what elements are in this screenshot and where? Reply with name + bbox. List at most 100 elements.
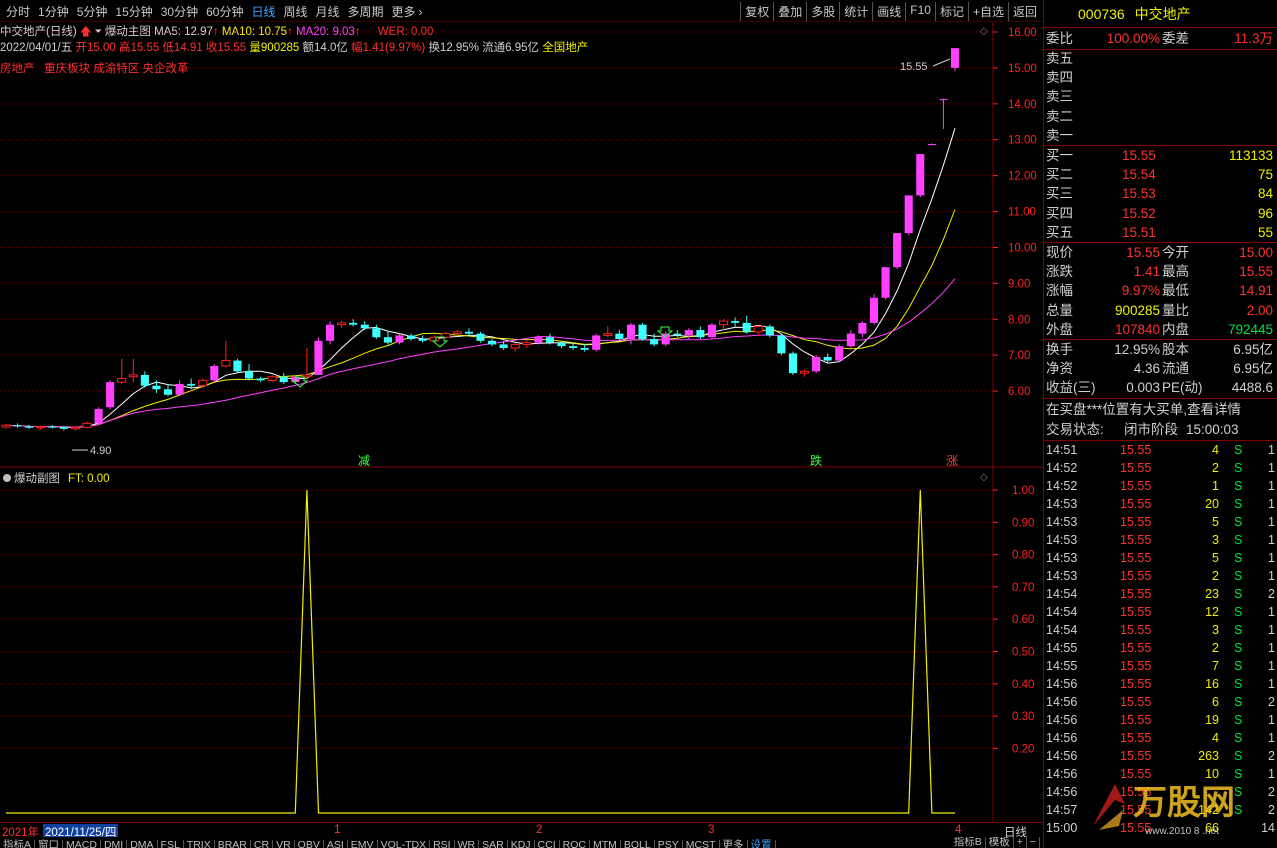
indicator-tab[interactable]: KDJ <box>508 840 535 848</box>
candle[interactable] <box>36 425 46 430</box>
tab-daily[interactable]: 日线 <box>247 3 279 20</box>
kline-chart[interactable]: 6.00 7.00 8.00 9.00 10.00 11.00 12.00 13.00 14.0… <box>0 22 1043 822</box>
candle[interactable] <box>163 383 173 397</box>
tab-5min[interactable]: 5分钟 <box>73 3 112 20</box>
indicator-tab[interactable]: TRIX <box>184 840 215 848</box>
candle[interactable] <box>869 294 879 325</box>
indicator-tab[interactable]: SAR <box>479 840 508 848</box>
candle[interactable] <box>615 330 624 341</box>
fuquan-button[interactable]: 复权 <box>740 2 773 21</box>
dropdown-circle-icon[interactable] <box>3 474 11 482</box>
bottom-right-button[interactable]: + <box>1014 837 1027 848</box>
notice-row[interactable]: 在买盘***位置有大买单,查看详情 <box>1044 400 1277 419</box>
indicator-tab[interactable]: 指标A <box>0 840 36 848</box>
candle[interactable] <box>696 326 705 340</box>
sub-indicator-name[interactable]: 爆动副图 <box>14 471 60 485</box>
candle[interactable] <box>70 426 80 431</box>
candle[interactable] <box>603 326 613 338</box>
tab-monthly[interactable]: 月线 <box>312 3 344 20</box>
candle[interactable] <box>106 380 115 410</box>
candle[interactable] <box>94 407 103 425</box>
indicator-tab[interactable]: ROC <box>560 840 590 848</box>
indicator-tab[interactable]: ASI <box>324 840 348 848</box>
candle[interactable] <box>927 143 936 146</box>
indicator-tab[interactable]: FSL <box>158 840 184 848</box>
candle[interactable] <box>325 321 335 345</box>
bottom-right-button[interactable]: 指标B <box>951 837 986 848</box>
candle[interactable] <box>372 324 381 340</box>
bottom-right-button[interactable]: − <box>1027 837 1040 848</box>
candle[interactable] <box>522 340 532 348</box>
candle[interactable] <box>279 373 288 384</box>
candle[interactable] <box>464 328 473 336</box>
candle[interactable] <box>221 340 231 368</box>
indicator-tab[interactable]: CR <box>251 840 274 848</box>
candle[interactable] <box>314 337 323 375</box>
candle[interactable] <box>881 267 890 300</box>
candle[interactable] <box>626 322 636 345</box>
indicator-tab[interactable]: BRAR <box>215 840 251 848</box>
candle[interactable] <box>765 324 774 338</box>
candle[interactable] <box>510 342 520 352</box>
candle[interactable] <box>13 423 22 428</box>
candle[interactable] <box>267 374 277 383</box>
indicator-tab[interactable]: VR <box>273 840 295 848</box>
candle[interactable] <box>233 358 242 374</box>
tab-more[interactable]: 更多 › <box>388 3 427 20</box>
indicator-tab[interactable]: DMA <box>127 840 158 848</box>
indicator-tab[interactable]: 窗口 <box>35 840 64 848</box>
indicator-tab[interactable]: DMI <box>101 840 128 848</box>
candle[interactable] <box>858 321 867 338</box>
candle[interactable] <box>812 355 821 374</box>
candle[interactable] <box>337 321 347 329</box>
tab-multi-period[interactable]: 多周期 <box>344 3 388 20</box>
candle[interactable] <box>580 344 589 352</box>
candle[interactable] <box>777 333 786 356</box>
candle[interactable] <box>846 330 855 348</box>
candle[interactable] <box>175 380 184 397</box>
indicator-tab[interactable]: MACD <box>63 840 101 848</box>
candle[interactable] <box>25 424 34 429</box>
candle[interactable] <box>742 315 751 334</box>
candle[interactable] <box>210 364 219 383</box>
statistics-button[interactable]: 统计 <box>839 2 872 21</box>
multi-stock-button[interactable]: 多股 <box>806 2 839 21</box>
indicator-tab[interactable]: RSI <box>430 840 455 848</box>
candle[interactable] <box>707 322 717 340</box>
settings-diamond-icon[interactable]: ◇ <box>980 472 988 483</box>
candle[interactable] <box>82 421 92 429</box>
candle[interactable] <box>198 378 208 388</box>
candle[interactable] <box>1 424 11 429</box>
candle[interactable] <box>256 376 265 383</box>
candle[interactable] <box>117 358 127 384</box>
mark-button[interactable]: 标记 <box>934 2 968 21</box>
tab-30min[interactable]: 30分钟 <box>157 3 202 20</box>
indicator-tab[interactable]: MTM <box>590 840 621 848</box>
candle[interactable] <box>488 339 497 347</box>
f10-button[interactable]: F10 <box>905 2 935 21</box>
candle[interactable] <box>476 331 485 343</box>
candle[interactable] <box>638 322 647 341</box>
indicator-tab[interactable]: 设置 <box>748 840 776 848</box>
tab-15min[interactable]: 15分钟 <box>111 3 156 20</box>
candle[interactable] <box>244 364 254 381</box>
tab-fenshi[interactable]: 分时 <box>2 3 34 20</box>
tab-weekly[interactable]: 周线 <box>279 3 311 20</box>
candle[interactable] <box>395 333 404 345</box>
add-watchlist-button[interactable]: +自选 <box>967 2 1008 21</box>
candle[interactable] <box>407 333 416 341</box>
candle[interactable] <box>718 319 729 331</box>
candle[interactable] <box>835 344 844 363</box>
indicator-tab[interactable]: VOL-TDX <box>378 840 431 848</box>
indicator-tab[interactable]: CCI <box>535 840 560 848</box>
candle[interactable] <box>799 369 810 377</box>
candle[interactable] <box>592 333 601 352</box>
candle[interactable] <box>418 335 427 343</box>
bottom-right-button[interactable]: 模板 <box>986 837 1014 848</box>
candle[interactable] <box>950 48 960 72</box>
indicator-tab[interactable]: EMV <box>348 840 378 848</box>
indicator-tab[interactable]: BOLL <box>621 840 655 848</box>
candle[interactable] <box>753 324 763 336</box>
candle[interactable] <box>140 371 149 388</box>
candle[interactable] <box>383 331 392 345</box>
